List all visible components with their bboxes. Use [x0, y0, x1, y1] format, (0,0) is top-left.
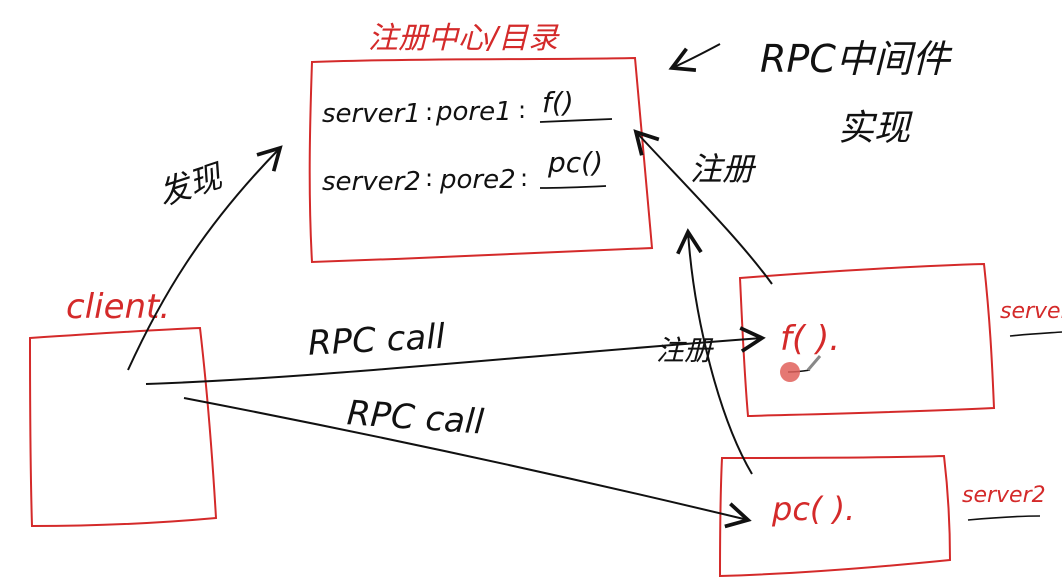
middleware-arrow [668, 43, 721, 72]
register-label-mid: 注册 [656, 334, 714, 367]
registry-title: 注册中心/目录 [368, 21, 560, 56]
server1-func: f( ). [780, 319, 840, 359]
registry-row-1-func: f() [542, 86, 574, 119]
registry-row-1-colon-a: : [425, 98, 433, 126]
client-box [28, 326, 218, 528]
registry-row-2-colon-a: : [425, 164, 433, 192]
registry-row-1-func-underline [539, 118, 613, 123]
register-label-top: 注册 [690, 150, 757, 188]
registry-row-2-func-underline [539, 185, 607, 189]
client-label: client. [66, 287, 170, 327]
registry-row-2-func: pc() [547, 146, 603, 179]
server1-box [738, 262, 996, 418]
discover-label: 发现 [153, 156, 228, 213]
registry-row-2-port: pore2 [439, 165, 516, 195]
server1-label: server1 [1000, 299, 1062, 324]
pointer-cursor-icon [780, 362, 800, 382]
rpc-call-label-1: RPC call [307, 317, 447, 364]
server2-label-underline [967, 515, 1041, 521]
middleware-note-line2: 实现 [838, 108, 913, 149]
registry-row-1-server: server1 [322, 99, 421, 129]
server2-label: server2 [962, 483, 1046, 508]
registry-row-2-server: server2 [322, 167, 421, 197]
registry-row-2-colon-b: : [520, 164, 528, 192]
server2-func: pc( ). [771, 490, 855, 528]
middleware-note-line1: RPC中间件 [760, 37, 953, 81]
registry-row-1-colon-b: : [518, 96, 526, 124]
server1-label-underline [1009, 331, 1062, 337]
whiteboard-canvas: 注册中心/目录 server1 : pore1 : f() server2 : … [28, 21, 1062, 578]
registry-row-1-port: pore1 [435, 97, 512, 127]
